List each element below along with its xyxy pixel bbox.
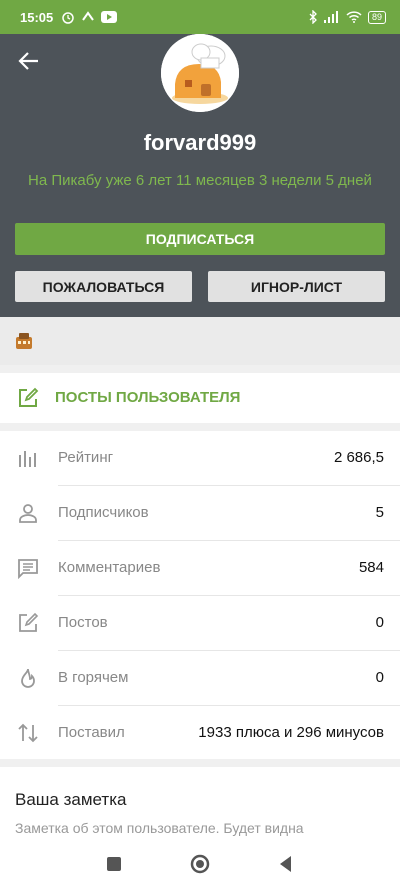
battery-indicator: 89 [367, 10, 386, 24]
system-navigation-bar [0, 839, 400, 889]
chef-house-avatar-icon [161, 34, 239, 112]
back-triangle-icon[interactable] [275, 853, 297, 875]
stat-label: Рейтинг [58, 449, 114, 466]
stat-value: 0 [375, 669, 384, 686]
status-bar: 15:05 89 [0, 0, 400, 34]
user-posts-link[interactable]: ПОСТЫ ПОЛЬЗОВАТЕЛЯ [0, 373, 400, 423]
stat-label: В горячем [58, 669, 129, 686]
user-note[interactable]: Ваша заметка Заметка об этом пользовател… [0, 767, 400, 847]
stat-label: Подписчиков [58, 504, 149, 521]
subscribe-button[interactable]: ПОДПИСАТЬСЯ [15, 223, 385, 255]
ignore-list-button[interactable]: ИГНОР-ЛИСТ [208, 271, 385, 302]
edit-icon [19, 387, 39, 407]
alarm-icon [62, 12, 74, 24]
stat-label: Постов [58, 614, 108, 631]
person-icon [19, 504, 37, 523]
back-arrow-icon[interactable] [18, 50, 40, 72]
bluetooth-icon [309, 10, 317, 24]
bar-chart-icon [19, 451, 36, 467]
stat-value: 1933 плюса и 296 минусов [198, 724, 384, 741]
stat-row-subscribers[interactable]: Подписчиков 5 [0, 486, 400, 541]
stats-list: Рейтинг 2 686,5 Подписчиков 5 Комментари… [0, 431, 400, 759]
stat-row-votes: Поставил 1933 плюса и 296 минусов [0, 706, 400, 761]
stat-row-comments[interactable]: Комментариев 584 [0, 541, 400, 596]
stat-label: Поставил [58, 724, 125, 741]
stat-value: 0 [375, 614, 384, 631]
edit-icon [19, 612, 39, 632]
youtube-icon [101, 11, 118, 23]
app-notification-icon [82, 11, 95, 21]
note-title: Ваша заметка [15, 790, 127, 809]
stat-label: Комментариев [58, 559, 161, 576]
avatar[interactable] [161, 34, 239, 112]
stat-row-rating: Рейтинг 2 686,5 [0, 431, 400, 486]
awards-strip [0, 317, 400, 365]
wifi-icon [346, 11, 362, 23]
stat-value: 5 [375, 504, 384, 521]
signal-icon [323, 11, 338, 23]
member-since-text: На Пикабу уже 6 лет 11 месяцев 3 недели … [28, 172, 372, 189]
stat-value: 584 [358, 559, 384, 576]
stat-row-hot[interactable]: В горячем 0 [0, 651, 400, 706]
status-time: 15:05 [20, 9, 54, 25]
up-down-arrows-icon [18, 723, 38, 743]
fire-icon [21, 668, 35, 688]
home-icon[interactable] [189, 853, 211, 875]
username: forvard999 [143, 130, 257, 155]
stat-row-posts[interactable]: Постов 0 [0, 596, 400, 651]
profile-header: forvard999 На Пикабу уже 6 лет 11 месяце… [0, 34, 400, 317]
note-placeholder: Заметка об этом пользователе. Будет видн… [15, 820, 304, 836]
user-posts-label: ПОСТЫ ПОЛЬЗОВАТЕЛЯ [55, 389, 241, 406]
comment-icon [18, 559, 38, 579]
recent-apps-icon[interactable] [103, 853, 125, 875]
stat-value: 2 686,5 [333, 449, 384, 466]
award-badge-icon[interactable] [14, 331, 34, 351]
report-button[interactable]: ПОЖАЛОВАТЬСЯ [15, 271, 192, 302]
